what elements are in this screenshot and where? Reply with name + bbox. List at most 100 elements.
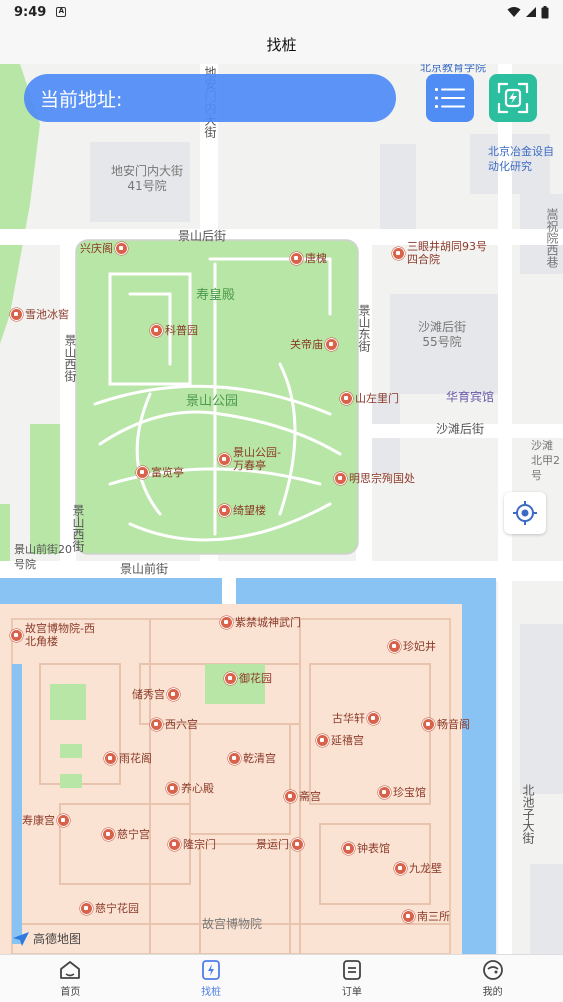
poi-pin-icon [334,472,347,485]
poi-pin-icon [167,688,180,701]
poi-longzong[interactable]: 隆宗门 [168,838,216,851]
poi-zhenfei[interactable]: 珍妃井 [388,640,436,653]
wifi-icon [507,7,521,17]
poi-pin-icon [402,910,415,923]
road-label-shatan-north: 沙滩北甲2号 [531,439,560,482]
poi-qiwang[interactable]: 绮望楼 [218,504,266,517]
area-label-shatan-55: 沙滩后街55号院 [417,320,466,349]
scan-charge-icon [497,82,529,114]
poi-xuechi[interactable]: 雪池冰窖 [10,308,69,321]
bottom-nav: 首页 找桩 订单 我的 [0,954,563,1002]
status-bar: 9:49 A [0,0,563,24]
poi-pin-icon [367,712,380,725]
amap-logo: 高德地图 [12,930,81,947]
poi-yanxi[interactable]: 延禧宫 [316,734,364,747]
poi-yuhuage[interactable]: 雨花阁 [104,752,152,765]
status-indicators [507,5,549,19]
poi-pin-icon [150,718,163,731]
area-label-jingshan-qian-20: 景山前街20号院 [14,543,72,571]
status-time: 9:49 [14,4,47,20]
poi-pin-icon [224,672,237,685]
area-label-metallurgy: 北京冶金设自动化研究 [488,145,554,173]
area-label-jingshan-park: 景山公园 [186,394,239,409]
page-title: 找桩 [266,35,297,54]
nav-find-pile[interactable]: 找桩 [141,955,282,1002]
poi-yangxin[interactable]: 养心殿 [166,782,214,795]
poi-pin-icon [325,338,338,351]
current-address-label: 当前地址: [40,88,123,111]
amap-logo-text: 高德地图 [33,932,82,946]
poi-kepu[interactable]: 科普园 [150,324,198,337]
poi-pin-icon [394,862,407,875]
road-label-songzhuyuan: 嵩祝院西巷 [545,208,559,268]
poi-fulan[interactable]: 富览亭 [136,466,184,479]
nav-orders-label: 订单 [341,987,362,998]
poi-pin-icon [104,752,117,765]
poi-mingsi[interactable]: 明思宗殉国处 [334,472,415,485]
poi-cining[interactable]: 慈宁宫 [102,828,150,841]
app-header: 找桩 [0,24,563,64]
current-address-bar[interactable]: 当前地址: [24,74,396,122]
poi-pin-icon [10,628,23,642]
poi-guhua[interactable]: 古华轩 [332,712,380,725]
poi-pin-icon [228,752,241,765]
poi-jingyun[interactable]: 景运门 [256,838,304,851]
poi-pin-icon [150,324,163,337]
nav-home-label: 首页 [60,987,81,998]
poi-pin-icon [392,246,405,260]
list-view-button[interactable] [426,74,474,122]
poi-wanchun[interactable]: 景山公园-万春亭 [218,446,288,472]
order-icon [342,960,361,980]
poi-yuhua[interactable]: 御花园 [224,672,272,685]
list-icon [435,88,465,108]
poi-pin-icon [422,718,435,731]
notification-icon: A [56,7,67,17]
area-label-dianmen-41: 地安门内大街41号院 [110,164,183,193]
locate-me-button[interactable] [504,492,546,534]
area-label-shouhuang: 寿皇殿 [196,288,236,303]
poi-shenwu[interactable]: 紫禁城神武门 [220,616,301,629]
poi-pin-icon [80,902,93,915]
poi-guandi[interactable]: 关帝庙 [290,338,338,351]
poi-chuxiu[interactable]: 储秀宫 [132,688,180,701]
poi-pin-icon [388,640,401,653]
poi-pin-icon [284,790,297,803]
area-label-huayu: 华育宾馆 [446,390,495,404]
poi-pin-icon [218,504,231,517]
poi-zhaigong[interactable]: 斋宫 [284,790,321,803]
battery-icon [541,5,549,18]
poi-pin-icon [220,616,233,629]
poi-xiliu[interactable]: 西六宫 [150,718,198,731]
poi-shoukang[interactable]: 寿康宫 [22,814,70,827]
map-view[interactable]: 地安门内大街 景山后街 景山西街 景山西街 景山东街 景山前街 沙滩后街 北池子… [0,64,563,954]
poi-tanghuai[interactable]: 唐槐 [290,252,327,265]
poi-sanyanjing[interactable]: 三眼井胡同93号四合院 [392,240,492,266]
poi-cining-garden[interactable]: 慈宁花园 [80,902,139,915]
road-label-jingshan-xi: 景山西街 [63,334,77,382]
poi-pin-icon [115,242,128,255]
poi-jiaolou[interactable]: 故宫博物院-西北角楼 [10,622,100,648]
poi-zhenbao[interactable]: 珍宝馆 [378,786,426,799]
profile-icon [482,960,503,980]
poi-pin-icon [168,838,181,851]
poi-changyin[interactable]: 畅音阁 [422,718,470,731]
road-label-jingshan-dong: 景山东街 [357,304,371,352]
poi-shanzuo[interactable]: 山左里门 [340,392,399,405]
poi-pin-icon [378,786,391,799]
poi-nansan[interactable]: 南三所 [402,910,450,923]
poi-pin-icon [316,734,329,747]
poi-qianqing[interactable]: 乾清宫 [228,752,276,765]
poi-pin-icon [290,252,303,265]
poi-jiulong[interactable]: 九龙壁 [394,862,442,875]
poi-pin-icon [57,814,70,827]
poi-zhongbiao[interactable]: 钟表馆 [342,842,390,855]
poi-xingqing[interactable]: 兴庆阁 [80,242,128,255]
nav-home[interactable]: 首页 [0,955,141,1002]
nav-find-pile-label: 找桩 [201,987,222,998]
nav-orders[interactable]: 订单 [282,955,423,1002]
scan-charge-button[interactable] [489,74,537,122]
poi-pin-icon [340,392,353,405]
nav-profile[interactable]: 我的 [422,955,563,1002]
target-icon [513,501,537,525]
home-icon [60,961,81,979]
